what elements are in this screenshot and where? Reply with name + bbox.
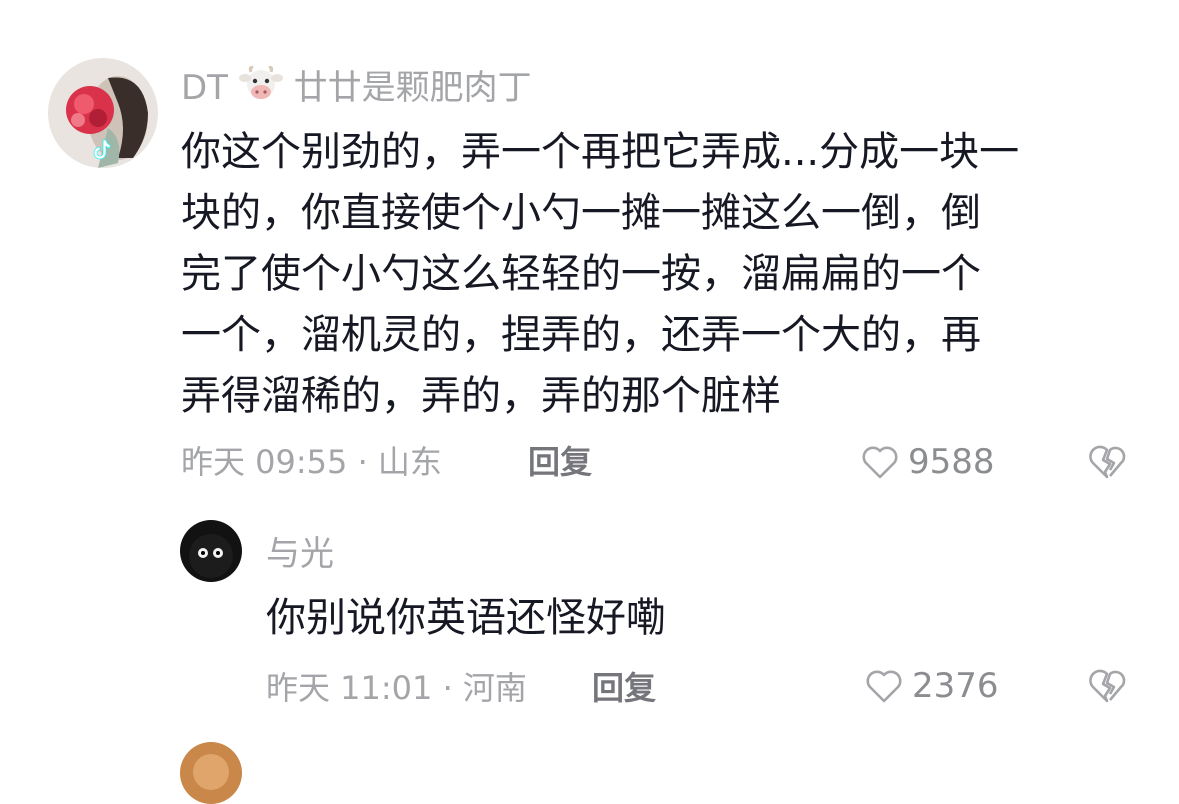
comment-item: DT 廿廿是颗肥肉丁 你这个别劲的，弄一个再把它弄成...分成一块一 块的，你直…: [0, 0, 1179, 500]
comment-text: 你这个别劲的，弄一个再把它弄成...分成一块一 块的，你直接使个小勺一摊一摊这么…: [181, 122, 1019, 427]
comment-text-line: 完了使个小勺这么轻轻的一按，溜扁扁的一个: [181, 251, 981, 297]
broken-heart-icon: [1089, 669, 1126, 703]
dislike-button[interactable]: [1086, 666, 1128, 710]
avatar[interactable]: [180, 742, 242, 804]
reply-button[interactable]: 回复: [592, 666, 656, 710]
avatar-image: [180, 742, 242, 804]
heart-outline-icon: [862, 446, 898, 479]
dislike-button[interactable]: [1086, 442, 1128, 486]
avatar[interactable]: [48, 58, 158, 168]
like-count: 9588: [908, 442, 995, 482]
comment-username[interactable]: 与光: [266, 532, 334, 576]
like-button[interactable]: 9588: [860, 440, 995, 484]
reply-comment-item: 与光 你别说你英语还怪好嘞 昨天 11:01 · 河南 回复 2376: [0, 500, 1179, 730]
comment-meta: 昨天 09:55 · 山东: [181, 443, 442, 481]
username-prefix: DT: [181, 68, 228, 108]
comment-text: 你别说你英语还怪好嘞: [266, 590, 666, 646]
like-button[interactable]: 2376: [864, 664, 999, 708]
comment-text-line: 你这个别劲的，弄一个再把它弄成...分成一块一: [181, 129, 1020, 175]
comment-text-line: 一个，溜机灵的，捏弄的，还弄一个大的，再: [181, 312, 981, 358]
comment-text-line: 块的，你直接使个小勺一摊一摊这么一倒，倒: [181, 190, 981, 236]
heart-outline-icon: [866, 670, 902, 703]
reply-button[interactable]: 回复: [528, 440, 592, 484]
broken-heart-icon: [1089, 445, 1126, 479]
comment-username[interactable]: DT 廿廿是颗肥肉丁: [181, 64, 532, 115]
cow-face-icon: [238, 64, 283, 115]
tiktok-badge-icon: [93, 139, 111, 160]
comment-text-line: 弄得溜稀的，弄的，弄的那个脏样: [181, 373, 781, 419]
avatar[interactable]: [180, 520, 242, 582]
like-count: 2376: [912, 666, 999, 706]
comment-text-line: 你别说你英语还怪好嘞: [266, 595, 666, 641]
username-suffix: 廿廿是颗肥肉丁: [293, 68, 532, 108]
avatar-image: [180, 520, 242, 582]
comment-meta: 昨天 11:01 · 河南: [266, 669, 527, 707]
